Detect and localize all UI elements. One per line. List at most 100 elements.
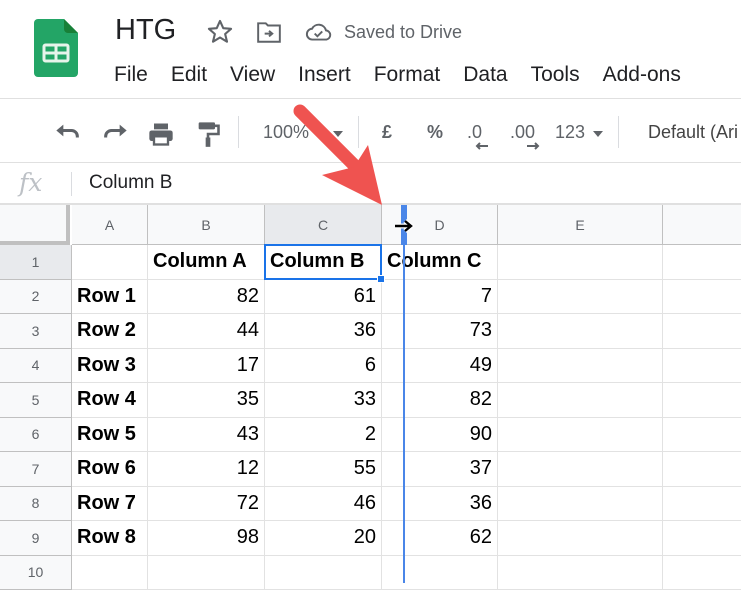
cell-A8[interactable]: Row 7 [72,487,148,522]
column-header-a[interactable]: A [72,205,148,245]
menu-view[interactable]: View [230,63,275,87]
cell-F8[interactable] [663,487,741,522]
row-header-10[interactable]: 10 [0,556,72,590]
cell-B4[interactable]: 17 [148,349,265,384]
cell-F3[interactable] [663,314,741,349]
row-header-6[interactable]: 6 [0,418,72,453]
cell-E2[interactable] [498,280,663,315]
cell-A3[interactable]: Row 2 [72,314,148,349]
cell-D8[interactable]: 36 [382,487,498,522]
cell-F10[interactable] [663,556,741,590]
cell-F1[interactable] [663,245,741,280]
decrease-decimal-button[interactable]: .0 [467,120,497,150]
cell-B7[interactable]: 12 [148,452,265,487]
row-header-5[interactable]: 5 [0,383,72,418]
cloud-saved-icon[interactable] [305,20,333,44]
cell-E7[interactable] [498,452,663,487]
cell-B8[interactable]: 72 [148,487,265,522]
undo-icon[interactable] [54,120,82,148]
cell-D10[interactable] [382,556,498,590]
cell-E4[interactable] [498,349,663,384]
cell-C10[interactable] [265,556,382,590]
redo-icon[interactable] [101,120,129,148]
row-header-1[interactable]: 1 [0,245,72,280]
google-sheets-logo[interactable] [34,19,78,77]
cell-F7[interactable] [663,452,741,487]
cell-A2[interactable]: Row 1 [72,280,148,315]
column-header-f[interactable] [663,205,741,245]
row-header-9[interactable]: 9 [0,521,72,556]
cell-D5[interactable]: 82 [382,383,498,418]
cell-C4[interactable]: 6 [265,349,382,384]
cell-D2[interactable]: 7 [382,280,498,315]
move-to-folder-icon[interactable] [256,20,282,44]
row-header-8[interactable]: 8 [0,487,72,522]
cell-B5[interactable]: 35 [148,383,265,418]
cell-A7[interactable]: Row 6 [72,452,148,487]
cell-E9[interactable] [498,521,663,556]
more-formats-button[interactable]: 123 [555,122,585,143]
row-header-3[interactable]: 3 [0,314,72,349]
cell-E1[interactable] [498,245,663,280]
formula-input[interactable]: Column B [89,172,172,194]
menu-insert[interactable]: Insert [298,63,351,87]
cell-E8[interactable] [498,487,663,522]
cell-D6[interactable]: 90 [382,418,498,453]
column-header-b[interactable]: B [148,205,265,245]
cell-C9[interactable]: 20 [265,521,382,556]
cell-A4[interactable]: Row 3 [72,349,148,384]
cell-E3[interactable] [498,314,663,349]
cell-F9[interactable] [663,521,741,556]
row-header-2[interactable]: 2 [0,280,72,315]
document-title[interactable]: HTG [115,14,176,47]
row-header-7[interactable]: 7 [0,452,72,487]
cell-A1[interactable] [72,245,148,280]
cell-B10[interactable] [148,556,265,590]
menu-data[interactable]: Data [463,63,507,87]
cell-A6[interactable]: Row 5 [72,418,148,453]
save-status[interactable]: Saved to Drive [344,22,462,43]
cell-A10[interactable] [72,556,148,590]
cell-D7[interactable]: 37 [382,452,498,487]
cell-E10[interactable] [498,556,663,590]
cell-C6[interactable]: 2 [265,418,382,453]
cell-B3[interactable]: 44 [148,314,265,349]
format-percent-button[interactable]: % [427,122,443,143]
increase-decimal-button[interactable]: .00 [510,120,544,150]
select-all-corner[interactable] [0,205,70,245]
cell-A5[interactable]: Row 4 [72,383,148,418]
chevron-down-icon[interactable] [592,130,604,138]
cell-F2[interactable] [663,280,741,315]
cell-B2[interactable]: 82 [148,280,265,315]
print-icon[interactable] [147,120,175,148]
cell-C8[interactable]: 46 [265,487,382,522]
menu-file[interactable]: File [114,63,148,87]
cell-F4[interactable] [663,349,741,384]
cell-C5[interactable]: 33 [265,383,382,418]
cell-D9[interactable]: 62 [382,521,498,556]
cell-C3[interactable]: 36 [265,314,382,349]
cell-E6[interactable] [498,418,663,453]
cell-C2[interactable]: 61 [265,280,382,315]
font-family-select[interactable]: Default (Ari [648,122,738,143]
cell-C7[interactable]: 55 [265,452,382,487]
cell-B6[interactable]: 43 [148,418,265,453]
fill-handle[interactable] [377,275,385,283]
menu-tools[interactable]: Tools [531,63,580,87]
menu-format[interactable]: Format [374,63,441,87]
row-header-4[interactable]: 4 [0,349,72,384]
cell-B9[interactable]: 98 [148,521,265,556]
cell-F6[interactable] [663,418,741,453]
cell-D4[interactable]: 49 [382,349,498,384]
star-icon[interactable] [206,18,234,46]
cell-B1[interactable]: Column A [148,245,265,280]
cell-F5[interactable] [663,383,741,418]
cell-D3[interactable]: 73 [382,314,498,349]
menu-edit[interactable]: Edit [171,63,207,87]
column-header-e[interactable]: E [498,205,663,245]
menu-add-ons[interactable]: Add-ons [603,63,681,87]
paint-format-icon[interactable] [194,120,222,148]
cell-D1[interactable]: Column C [382,245,498,280]
cell-E5[interactable] [498,383,663,418]
cell-A9[interactable]: Row 8 [72,521,148,556]
